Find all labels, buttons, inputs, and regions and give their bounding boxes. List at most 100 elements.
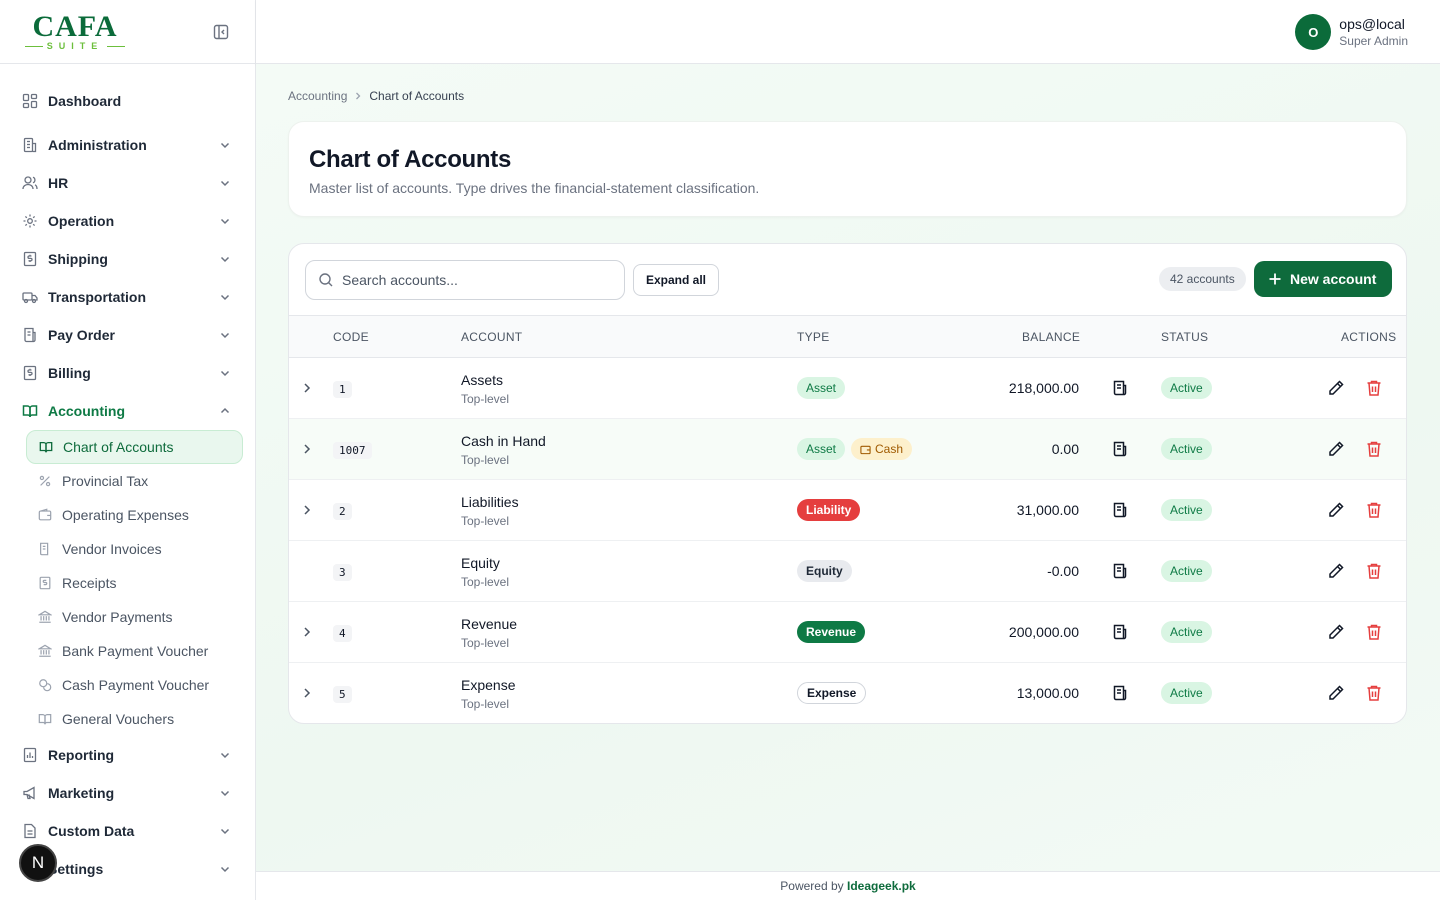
sidebar-item-shipping[interactable]: Shipping [0,240,255,278]
sidebar-subitem-vendor-invoices[interactable]: Vendor Invoices [26,532,243,566]
logo-subtext: SUITE [25,41,126,51]
sidebar-item-transportation[interactable]: Transportation [0,278,255,316]
ledger-icon[interactable] [1111,684,1129,702]
invoice-icon [23,365,37,381]
column-header-balance[interactable]: BALANCE [1022,330,1080,344]
sidebar-collapse-icon[interactable] [213,24,229,40]
sidebar-subitem-bank-payment-voucher[interactable]: Bank Payment Voucher [26,634,243,668]
type-badge: Liability [797,499,861,521]
table-row[interactable]: 3 Equity Top-level Equity -0.00 Active [289,541,1406,602]
delete-trash-icon[interactable] [1366,440,1382,458]
percent-icon [39,475,51,487]
chevron-down-icon [220,828,230,835]
account-level: Top-level [461,514,510,528]
expand-all-button[interactable]: Expand all [633,264,720,296]
sidebar-item-operation[interactable]: Operation [0,202,255,240]
sidebar-item-billing[interactable]: Billing [0,354,255,392]
edit-pencil-icon[interactable] [1327,684,1345,702]
delete-trash-icon[interactable] [1366,684,1382,702]
type-cell: Asset Cash [797,438,913,460]
sidebar-subitem-chart-of-accounts[interactable]: Chart of Accounts [26,430,243,464]
sidebar-item-reporting[interactable]: Reporting [0,736,255,774]
edit-pencil-icon[interactable] [1327,623,1345,641]
wallet-icon [860,445,871,454]
edit-pencil-icon[interactable] [1327,379,1345,397]
table-row[interactable]: 1 Assets Top-level Asset 218,000.00 Acti… [289,358,1406,419]
table-row[interactable]: 4 Revenue Top-level Revenue 200,000.00 A… [289,602,1406,663]
column-header-account[interactable]: ACCOUNT [461,330,522,344]
sidebar-item-pay-order[interactable]: Pay Order [0,316,255,354]
column-header-code[interactable]: CODE [333,330,369,344]
edit-pencil-icon[interactable] [1327,562,1345,580]
column-header-type[interactable]: TYPE [797,330,830,344]
table-row[interactable]: 2 Liabilities Top-level Liability 31,000… [289,480,1406,541]
account-level: Top-level [461,392,510,406]
table-row[interactable]: 5 Expense Top-level Expense 13,000.00 Ac… [289,663,1406,723]
search-box[interactable] [305,260,625,300]
sidebar-subitem-general-vouchers[interactable]: General Vouchers [26,702,243,736]
sidebar-item-administration[interactable]: Administration [0,126,255,164]
account-balance: 200,000.00 [1008,624,1079,640]
sidebar-item-marketing[interactable]: Marketing [0,774,255,812]
breadcrumb-parent[interactable]: Accounting [288,89,347,103]
account-level: Top-level [461,697,510,711]
chevron-right-icon[interactable] [301,687,313,699]
user-menu[interactable]: O ops@local Super Admin [1295,14,1408,50]
chevron-down-icon [220,332,230,339]
brand-logo[interactable]: CAFA SUITE [20,12,130,52]
sidebar-subitem-vendor-payments[interactable]: Vendor Payments [26,600,243,634]
new-account-button[interactable]: New account [1254,261,1393,297]
account-name: Expense [461,677,516,693]
ledger-icon[interactable] [1111,562,1129,580]
chevron-right-icon [356,92,361,100]
delete-trash-icon[interactable] [1366,501,1382,519]
chevron-right-icon[interactable] [301,626,313,638]
chevron-right-icon[interactable] [301,504,313,516]
account-code: 5 [333,686,352,703]
account-level: Top-level [461,575,510,589]
type-badge: Expense [797,682,867,704]
receipt-icon [40,542,49,556]
type-cell: Revenue [797,621,866,643]
edit-pencil-icon[interactable] [1327,501,1345,519]
user-name: ops@local [1339,16,1405,32]
chevron-right-icon[interactable] [301,443,313,455]
ledger-icon[interactable] [1111,501,1129,519]
edit-pencil-icon[interactable] [1327,440,1345,458]
account-code: 2 [333,503,352,520]
sidebar-subitem-operating-expenses[interactable]: Operating Expenses [26,498,243,532]
dev-tools-badge[interactable]: N [19,844,57,882]
chevron-right-icon[interactable] [301,382,313,394]
search-input[interactable] [342,272,602,288]
top-header: O ops@local Super Admin [256,0,1440,64]
sidebar-item-label: Administration [48,137,147,153]
footer-prefix: Powered by [780,879,844,893]
table-row[interactable]: 1007 Cash in Hand Top-level Asset Cash 0… [289,419,1406,480]
delete-trash-icon[interactable] [1366,562,1382,580]
account-name: Cash in Hand [461,433,546,449]
sidebar-subitem-label: Vendor Payments [62,609,173,625]
truck-icon [22,292,38,304]
sidebar-item-label: Accounting [48,403,125,419]
ledger-icon[interactable] [1111,379,1129,397]
sidebar-subitem-cash-payment-voucher[interactable]: Cash Payment Voucher [26,668,243,702]
column-header-status[interactable]: STATUS [1161,330,1208,344]
sidebar-item-hr[interactable]: HR [0,164,255,202]
sidebar-item-label: Dashboard [48,93,122,109]
sidebar-nav: Dashboard Administration HR Operation Sh… [0,64,255,888]
ledger-icon[interactable] [1111,623,1129,641]
table-toolbar: Expand all 42 accounts New account [289,244,1406,316]
sidebar-item-accounting[interactable]: Accounting [0,392,255,430]
delete-trash-icon[interactable] [1366,379,1382,397]
type-cell: Expense [797,682,867,704]
building-icon [23,137,37,153]
footer-brand-link[interactable]: Ideageek.pk [847,879,916,893]
sidebar-item-dashboard[interactable]: Dashboard [0,82,255,120]
sidebar-subitem-receipts[interactable]: Receipts [26,566,243,600]
type-cell: Asset [797,377,846,399]
sidebar-subitem-provincial-tax[interactable]: Provincial Tax [26,464,243,498]
ledger-icon[interactable] [1111,440,1129,458]
status-badge: Active [1161,560,1212,582]
delete-trash-icon[interactable] [1366,623,1382,641]
table-body: 1 Assets Top-level Asset 218,000.00 Acti… [289,358,1406,723]
